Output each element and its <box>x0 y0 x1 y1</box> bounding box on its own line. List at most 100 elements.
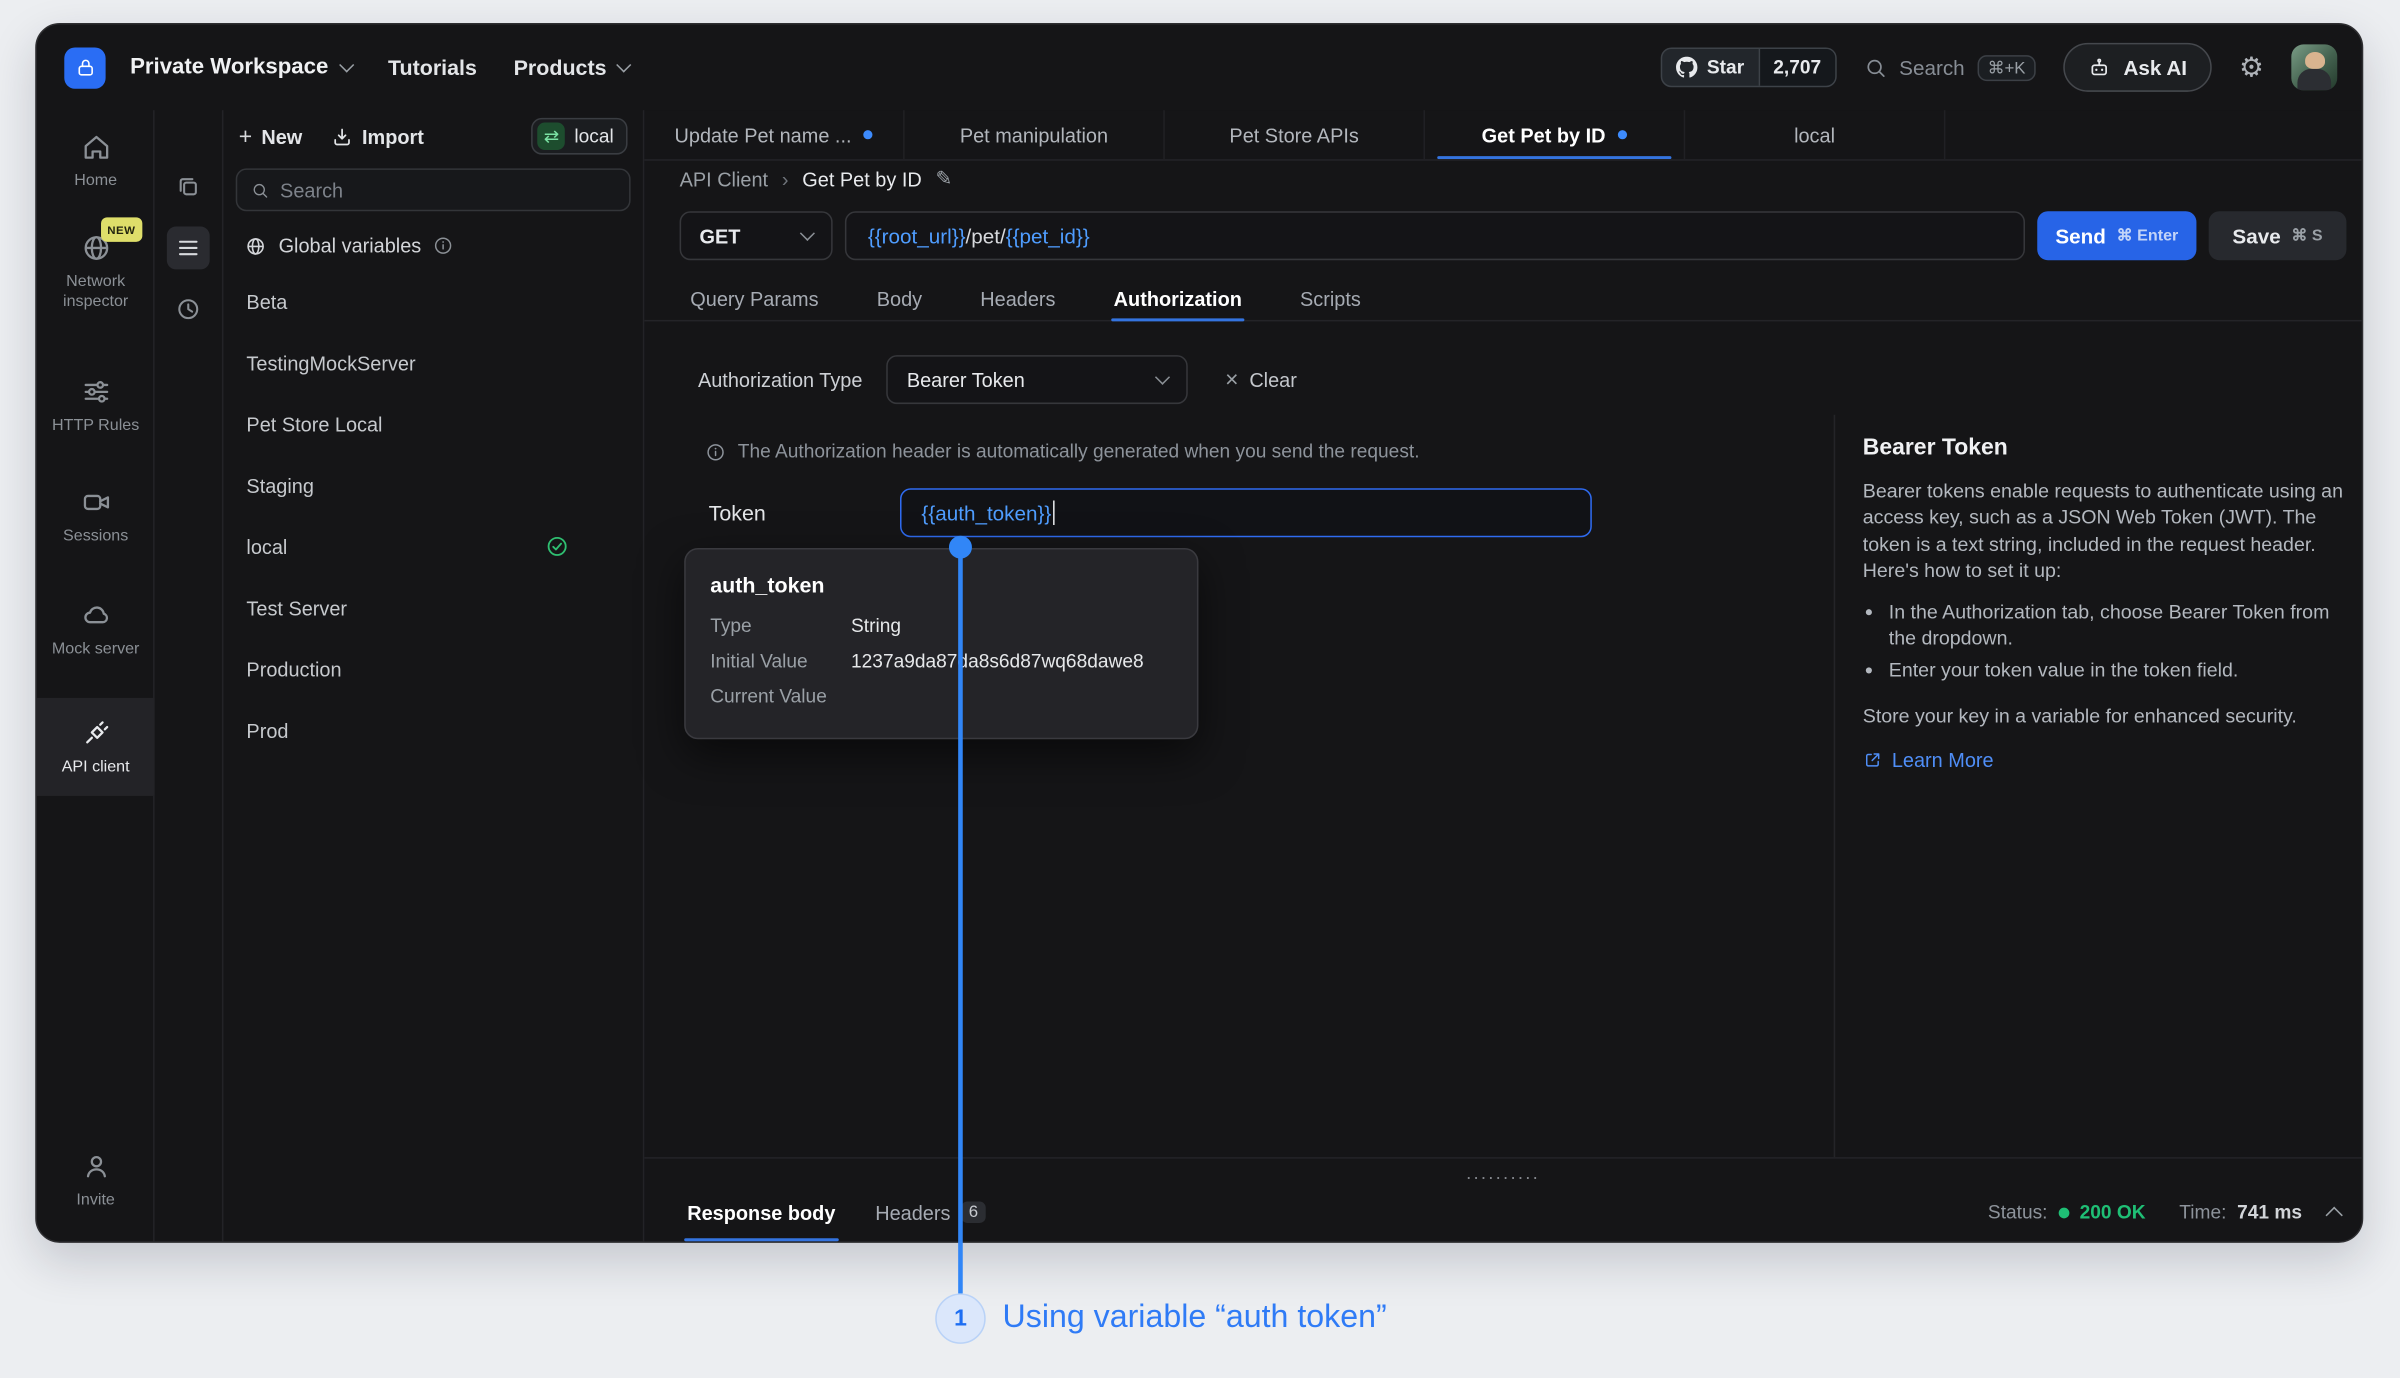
tab-headers[interactable]: Headers <box>980 277 1055 320</box>
token-input[interactable]: {{auth_token}} <box>900 488 1592 537</box>
tab-label: Response body <box>687 1201 835 1224</box>
sidebar-item-label: Invite <box>76 1191 114 1211</box>
sidebar-search-box[interactable] <box>236 168 631 211</box>
clear-button[interactable]: × Clear <box>1225 368 1297 391</box>
response-meta: Status: 200 OK Time: 741 ms <box>1988 1202 2340 1223</box>
api-plug-icon <box>80 717 111 748</box>
app-logo[interactable] <box>64 47 105 88</box>
tab-label: Update Pet name ... <box>675 123 852 146</box>
breadcrumb: API Client › Get Pet by ID ✎ <box>680 167 953 191</box>
tab-get-pet-by-id[interactable]: Get Pet by ID <box>1425 110 1685 159</box>
sidebar-item-api-client[interactable]: API client <box>37 698 155 796</box>
list-icon <box>174 234 202 262</box>
environment-item[interactable]: Pet Store Local <box>223 393 642 454</box>
video-camera-icon <box>80 487 111 518</box>
new-button[interactable]: + New <box>239 123 303 149</box>
search-icon <box>1864 56 1887 79</box>
environments-button[interactable] <box>167 227 210 270</box>
environment-item[interactable]: TestingMockServer <box>223 332 642 393</box>
environment-switcher[interactable]: ⇄ local <box>532 118 628 155</box>
import-button[interactable]: Import <box>330 125 424 148</box>
send-button[interactable]: Send ⌘ Enter <box>2037 211 2196 260</box>
tab-body[interactable]: Body <box>877 277 922 320</box>
nav-tutorials[interactable]: Tutorials <box>388 55 477 79</box>
breadcrumb-current: Get Pet by ID <box>802 168 921 191</box>
chevron-down-icon <box>1156 369 1171 384</box>
url-input[interactable]: {{root_url}}/pet/{{pet_id}} <box>845 211 2025 260</box>
environment-name: TestingMockServer <box>246 351 415 374</box>
sidebar-item-sessions[interactable]: Sessions <box>37 487 155 547</box>
chevron-up-icon[interactable] <box>2326 1207 2343 1224</box>
tab-query-params[interactable]: Query Params <box>690 277 818 320</box>
chevron-down-icon <box>800 225 815 240</box>
ask-ai-button[interactable]: Ask AI <box>2064 43 2212 92</box>
tab-authorization[interactable]: Authorization <box>1114 277 1242 320</box>
workspace-switcher[interactable]: Private Workspace <box>130 55 351 79</box>
globe-icon <box>245 235 266 256</box>
time-value: 741 ms <box>2237 1202 2302 1223</box>
sidebar-item-label: Network inspector <box>43 272 149 312</box>
lock-icon <box>74 57 95 78</box>
help-bullet: In the Authorization tab, choose Bearer … <box>1889 598 2350 652</box>
environments-list: Beta TestingMockServer Pet Store Local S… <box>223 271 642 761</box>
tab-label: Pet manipulation <box>960 123 1108 146</box>
sidebar-item-home[interactable]: Home <box>37 132 155 192</box>
tab-update-pet-name[interactable]: Update Pet name ... <box>644 110 904 159</box>
tab-pet-store-apis[interactable]: Pet Store APIs <box>1165 110 1425 159</box>
cloud-icon <box>80 600 111 631</box>
environment-item[interactable]: Production <box>223 638 642 699</box>
environment-name: Pet Store Local <box>246 413 382 436</box>
chevron-down-icon <box>338 57 353 72</box>
environment-item[interactable]: Prod <box>223 699 642 760</box>
tab-local[interactable]: local <box>1685 110 1945 159</box>
sidebar-item-http-rules[interactable]: HTTP Rules <box>37 377 155 437</box>
top-bar: Private Workspace Tutorials Products Sta… <box>37 24 2362 110</box>
environment-item[interactable]: Test Server <box>223 577 642 638</box>
token-value: {{auth_token}} <box>921 501 1051 524</box>
tab-pet-manipulation[interactable]: Pet manipulation <box>905 110 1165 159</box>
sidebar-item-mock-server[interactable]: Mock server <box>37 600 155 660</box>
global-variables-row[interactable]: Global variables <box>223 211 642 271</box>
request-tab-bar: Update Pet name ... Pet manipulation Pet… <box>644 110 2361 161</box>
variable-initial-value: 1237a9da87da8s6d87wq68dawe8 <box>851 649 1144 673</box>
tab-scripts[interactable]: Scripts <box>1300 277 1361 320</box>
history-button[interactable] <box>167 288 210 331</box>
variable-initial-label: Initial Value <box>710 649 851 673</box>
collections-toolbar: + New Import ⇄ local <box>223 110 642 162</box>
tab-label: Headers <box>875 1201 950 1224</box>
response-tabs-row: Response body Headers 6 Status: 200 OK T… <box>687 1183 2340 1241</box>
variable-current-row: Current Value <box>710 684 1172 708</box>
authorization-type-select[interactable]: Bearer Token <box>887 355 1189 404</box>
sidebar-item-network-inspector[interactable]: NEW Network inspector <box>37 233 155 313</box>
learn-more-link[interactable]: Learn More <box>1863 746 2350 773</box>
tab-response-headers[interactable]: Headers 6 <box>875 1183 986 1241</box>
sidebar-item-invite[interactable]: Invite <box>37 1151 155 1211</box>
global-search[interactable]: Search ⌘+K <box>1864 54 2036 80</box>
tab-label: local <box>1794 123 1835 146</box>
collections-panel: + New Import ⇄ local <box>155 110 645 1241</box>
environment-name: local <box>246 535 287 558</box>
save-button[interactable]: Save ⌘ S <box>2209 211 2347 260</box>
settings-gear-icon[interactable]: ⚙ <box>2239 54 2264 82</box>
environment-item-active[interactable]: local <box>223 516 642 577</box>
help-panel-bullets: In the Authorization tab, choose Bearer … <box>1863 598 2350 683</box>
tab-response-body[interactable]: Response body <box>687 1183 835 1241</box>
global-variables-label: Global variables <box>279 234 422 257</box>
save-label: Save <box>2232 224 2280 247</box>
github-star-button[interactable]: Star 2,707 <box>1661 47 1836 87</box>
nav-products[interactable]: Products <box>514 55 630 79</box>
workspace-name: Private Workspace <box>130 55 328 79</box>
edit-pencil-icon[interactable]: ✎ <box>936 167 953 191</box>
environment-name: Test Server <box>246 596 347 619</box>
method-select[interactable]: GET <box>680 211 833 260</box>
authorization-type-value: Bearer Token <box>907 368 1025 391</box>
sidebar-search-input[interactable] <box>280 178 615 201</box>
status-dot <box>2058 1207 2069 1218</box>
user-avatar[interactable] <box>2291 44 2337 90</box>
breadcrumb-root[interactable]: API Client <box>680 168 768 191</box>
environment-item[interactable]: Beta <box>223 271 642 332</box>
tab-label: Authorization <box>1114 287 1242 310</box>
url-path: /pet/ <box>966 224 1006 247</box>
environment-item[interactable]: Staging <box>223 455 642 516</box>
collections-button[interactable] <box>167 165 210 208</box>
